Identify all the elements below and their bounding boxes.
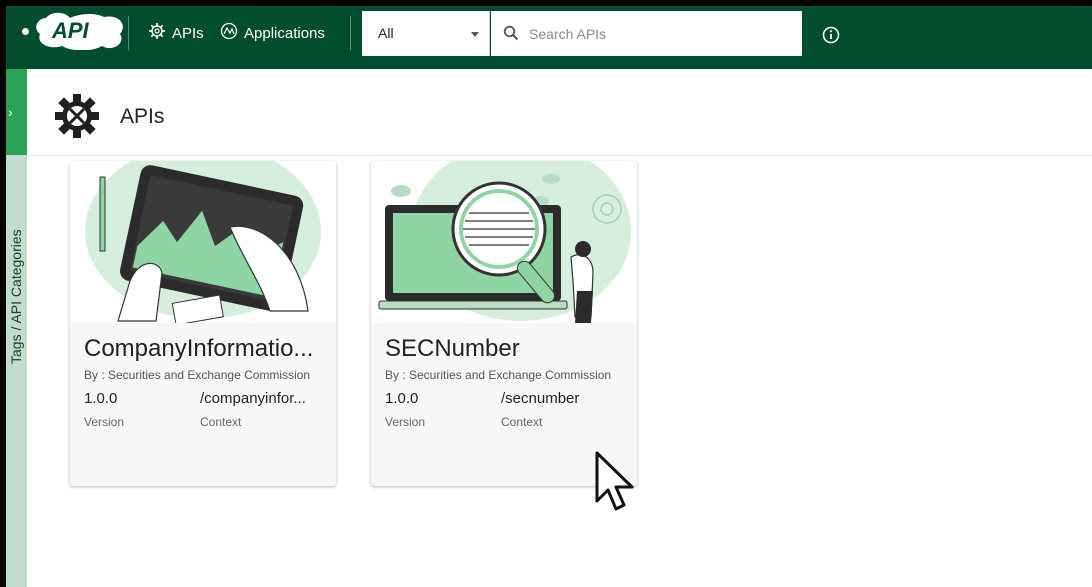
api-card-thumbnail	[371, 161, 637, 323]
api-card-version-label: Version	[385, 415, 426, 429]
api-card-version-label: Version	[84, 415, 125, 429]
search-scope-select[interactable]: All	[362, 11, 490, 56]
info-icon[interactable]	[822, 26, 840, 49]
divider	[128, 16, 129, 50]
nav-applications-label: Applications	[244, 24, 325, 42]
search-scope-value: All	[378, 25, 394, 41]
gear-icon	[148, 22, 172, 44]
search-box	[491, 11, 802, 56]
applications-icon	[220, 22, 244, 44]
top-navigation-bar: API APIs Applications All	[6, 6, 1092, 69]
api-card[interactable]: CompanyInformatio... By : Securities and…	[70, 161, 336, 486]
chevron-right-icon[interactable]: ›	[8, 104, 13, 120]
mouse-pointer-icon	[594, 451, 636, 518]
api-card-context-label: Context	[200, 415, 242, 429]
search-input[interactable]	[527, 19, 791, 49]
api-gear-icon	[53, 93, 101, 144]
app-window: API APIs Applications All Search APIs › …	[6, 6, 1092, 587]
logo-text: API	[52, 18, 89, 43]
api-card-name[interactable]: CompanyInformatio...	[84, 335, 329, 363]
page-title: APIs	[120, 105, 165, 128]
api-card-name[interactable]: SECNumber	[385, 335, 630, 363]
api-card-provider: By : Securities and Exchange Commission	[84, 368, 311, 382]
caret-down-icon	[471, 32, 479, 37]
nav-apis-label: APIs	[172, 24, 204, 42]
nav-apis[interactable]: APIs	[148, 20, 204, 46]
divider	[350, 16, 351, 50]
logo-dot	[22, 28, 29, 35]
api-card-version: 1.0.0	[385, 390, 419, 407]
sidebar-label[interactable]: Tags / API Categories	[8, 229, 24, 364]
api-card-version: 1.0.0	[84, 390, 118, 407]
api-card-context: /secnumber	[501, 390, 580, 407]
search-icon	[503, 25, 519, 46]
api-card[interactable]: SECNumber By : Securities and Exchange C…	[371, 161, 637, 486]
api-card-thumbnail	[70, 161, 336, 326]
api-card-context: /companyinfor...	[200, 390, 306, 407]
page-header: APIs	[27, 69, 1092, 156]
api-card-provider: By : Securities and Exchange Commission	[385, 368, 612, 382]
api-logo[interactable]: API	[32, 12, 128, 51]
nav-applications[interactable]: Applications	[220, 20, 325, 46]
api-card-context-label: Context	[501, 415, 543, 429]
